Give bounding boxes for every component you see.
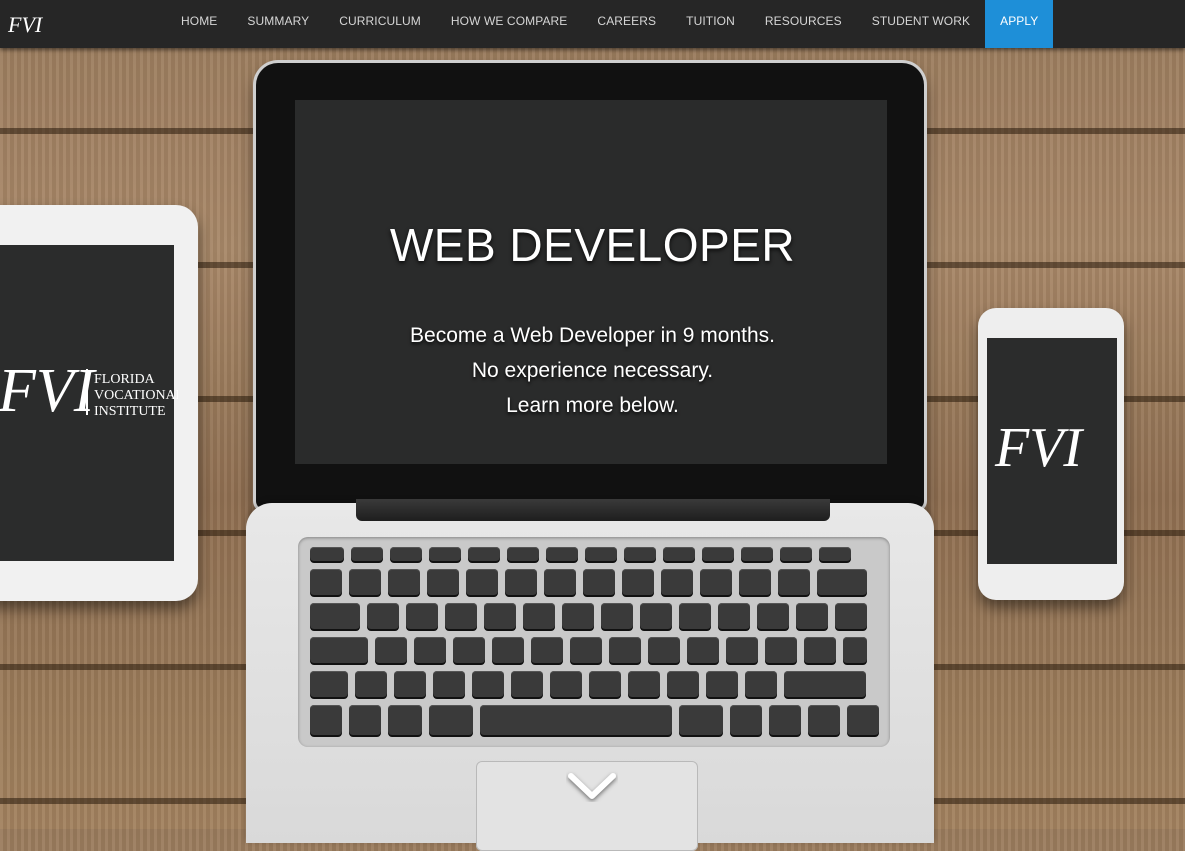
chevron-down-icon[interactable] (566, 770, 618, 802)
tablet-device: FVI FLORIDA VOCATIONAL INSTITUTE (0, 205, 198, 601)
fvi-phone-logo: FVI (994, 417, 1084, 479)
nav-summary[interactable]: SUMMARY (232, 0, 324, 48)
tablet-screen: FVI FLORIDA VOCATIONAL INSTITUTE (0, 245, 178, 561)
laptop-lid (256, 63, 924, 509)
laptop-hinge (356, 499, 830, 521)
nav-resources[interactable]: RESOURCES (750, 0, 857, 48)
nav-how-we-compare[interactable]: HOW WE COMPARE (436, 0, 583, 48)
keyboard-qwerty-row (310, 603, 867, 629)
tablet-logo-divider (86, 369, 88, 415)
tablet-logo-mark: FVI (0, 357, 98, 425)
hero-line-3: Learn more below. (506, 394, 679, 417)
keyboard-function-row (310, 547, 851, 561)
nav-student-work[interactable]: STUDENT WORK (857, 0, 985, 48)
tablet-logo-line2: VOCATIONAL (94, 388, 178, 403)
keyboard-number-row (310, 569, 867, 595)
hero-title: WEB DEVELOPER (389, 219, 796, 271)
tablet-logo-line3: INSTITUTE (94, 404, 166, 419)
florida-vocational-institute-logo: FVI FLORIDA VOCATIONAL INSTITUTE (0, 357, 178, 425)
nav-tuition[interactable]: TUITION (671, 0, 750, 48)
hero-tagline: Become a Web Developer in 9 months. No e… (300, 318, 885, 423)
phone-logo-mark: FVI (994, 417, 1084, 479)
top-navbar: FVI HOME SUMMARY CURRICULUM HOW WE COMPA… (0, 0, 1185, 48)
logo-text: FVI (7, 12, 44, 37)
phone-screen: FVI (987, 338, 1117, 564)
hero-line-2: No experience necessary. (471, 359, 714, 382)
keyboard-home-row (310, 637, 867, 663)
nav-curriculum[interactable]: CURRICULUM (324, 0, 436, 48)
phone-device: FVI (978, 308, 1124, 600)
fvi-logo-icon[interactable]: FVI (6, 8, 48, 40)
main-menu: HOME SUMMARY CURRICULUM HOW WE COMPARE C… (166, 0, 1054, 48)
hero-line-1: Become a Web Developer in 9 months. (410, 324, 775, 347)
keyboard-space-row (310, 705, 879, 735)
laptop-keyboard (298, 537, 890, 747)
nav-careers[interactable]: CAREERS (582, 0, 671, 48)
apply-button[interactable]: APPLY (985, 0, 1054, 48)
keyboard-shift-row (310, 671, 866, 697)
nav-home[interactable]: HOME (166, 0, 232, 48)
tablet-logo-line1: FLORIDA (94, 372, 156, 387)
